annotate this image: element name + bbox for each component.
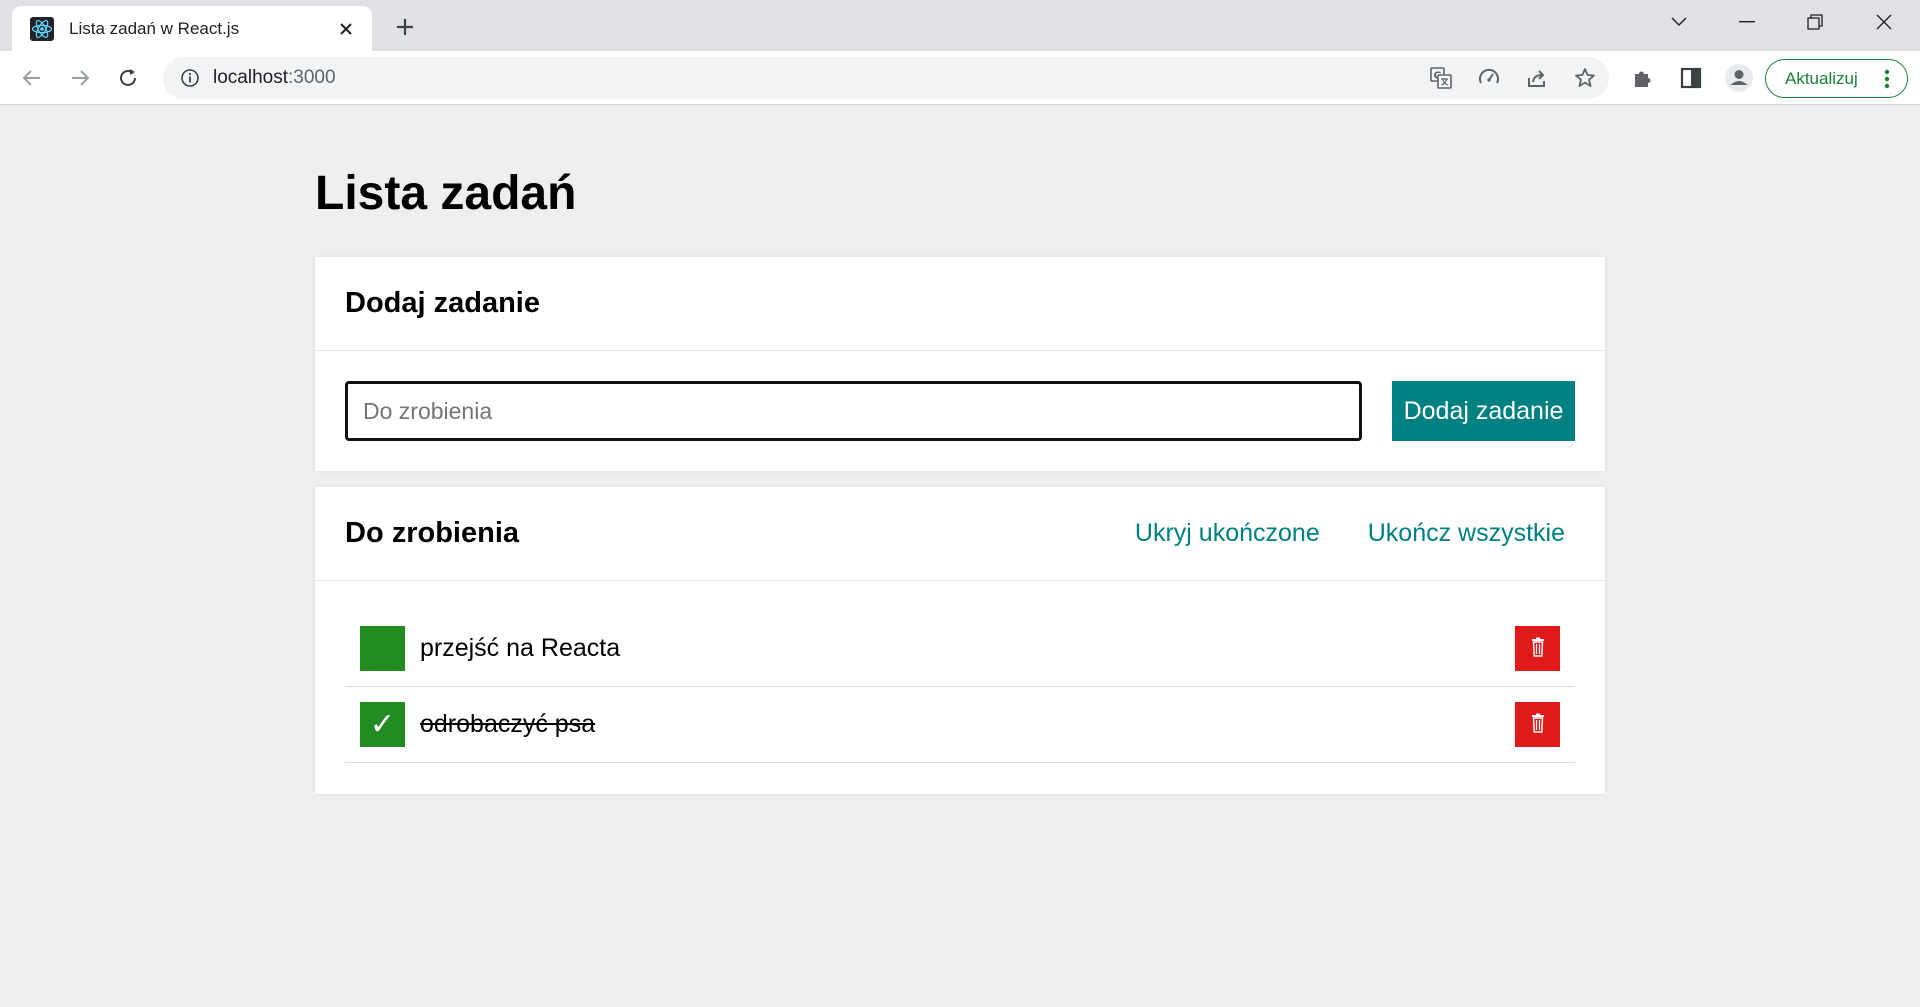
task-input[interactable]	[345, 381, 1362, 441]
tab-title: Lista zadań w React.js	[69, 18, 240, 38]
plus-icon[interactable]	[388, 10, 422, 44]
section-title: Do zrobienia	[345, 517, 520, 549]
header-buttons: Ukryj ukończone Ukończ wszystkie	[1135, 519, 1565, 548]
section-header: Do zrobienia Ukryj ukończone Ukończ wszy…	[315, 487, 1605, 581]
remove-task-button[interactable]	[1515, 626, 1560, 671]
url-text: localhost:3000	[213, 67, 336, 89]
kebab-menu-icon[interactable]	[1877, 67, 1897, 91]
add-task-section: Dodaj zadanie Dodaj zadanie	[315, 257, 1605, 471]
profile-icon[interactable]	[1720, 59, 1758, 97]
tab-strip: Lista zadań w React.js	[0, 0, 1920, 51]
minimize-icon[interactable]	[1713, 0, 1781, 44]
arrow-left-icon[interactable]	[13, 59, 51, 97]
add-task-button[interactable]: Dodaj zadanie	[1392, 381, 1575, 441]
url-host: localhost	[213, 67, 288, 88]
star-icon[interactable]	[1561, 57, 1609, 99]
trash-icon	[1531, 637, 1545, 660]
trash-icon	[1531, 713, 1545, 736]
browser-toolbar: localhost:3000 G Aktualizuj	[0, 51, 1920, 105]
translate-icon[interactable]: G	[1417, 57, 1465, 99]
update-label: Aktualizuj	[1785, 68, 1858, 88]
section-body: przejść na Reacta ✓ odrobaczyć psa	[315, 581, 1605, 793]
page-title: Lista zadań	[315, 167, 577, 220]
speed-gauge-icon[interactable]	[1465, 57, 1513, 99]
tab-search-icon[interactable]	[1645, 0, 1713, 44]
hide-done-button[interactable]: Ukryj ukończone	[1135, 519, 1320, 548]
puzzle-icon[interactable]	[1624, 59, 1662, 97]
reload-icon[interactable]	[109, 59, 147, 97]
restore-icon[interactable]	[1781, 0, 1849, 44]
page: Lista zadań Dodaj zadanie Dodaj zadanie …	[0, 106, 1920, 1007]
section-title: Dodaj zadanie	[345, 287, 540, 319]
task-content: odrobaczyć psa	[420, 710, 596, 738]
task-item: ✓ odrobaczyć psa	[345, 687, 1575, 763]
close-window-icon[interactable]	[1850, 0, 1918, 44]
section-header: Dodaj zadanie	[315, 257, 1605, 351]
remove-task-button[interactable]	[1515, 702, 1560, 747]
add-task-form: Dodaj zadanie	[345, 381, 1575, 441]
url-port: :3000	[288, 67, 336, 88]
side-panel-icon[interactable]	[1672, 59, 1710, 97]
browser-tab[interactable]: Lista zadań w React.js	[12, 6, 372, 51]
close-icon[interactable]	[332, 15, 360, 43]
address-bar[interactable]: localhost:3000 G	[163, 57, 1609, 99]
toggle-done-button[interactable]	[360, 626, 405, 671]
react-logo-icon	[29, 16, 55, 42]
complete-all-button[interactable]: Ukończ wszystkie	[1368, 519, 1565, 548]
section-body: Dodaj zadanie	[315, 351, 1605, 471]
update-button[interactable]: Aktualizuj	[1765, 59, 1908, 98]
toggle-done-button[interactable]: ✓	[360, 702, 405, 747]
tasks-section: Do zrobienia Ukryj ukończone Ukończ wszy…	[315, 487, 1605, 794]
task-content: przejść na Reacta	[420, 634, 621, 662]
task-item: przejść na Reacta	[345, 611, 1575, 687]
info-icon[interactable]	[177, 65, 203, 91]
arrow-right-icon[interactable]	[61, 59, 99, 97]
share-icon[interactable]	[1513, 57, 1561, 99]
task-list: przejść na Reacta ✓ odrobaczyć psa	[345, 611, 1575, 763]
